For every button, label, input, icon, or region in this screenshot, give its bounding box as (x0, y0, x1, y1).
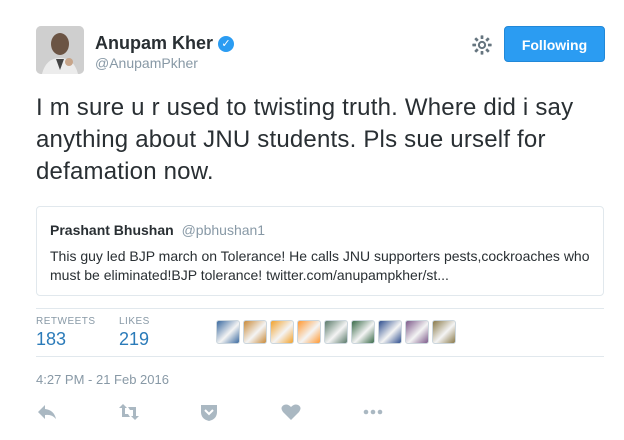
tweet-text: I m sure u r used to twisting truth. Whe… (36, 94, 574, 185)
verified-badge-icon: ✓ (218, 35, 235, 52)
liker-avatars (216, 320, 456, 344)
retweet-icon[interactable] (118, 402, 140, 422)
retweets-label: RETWEETS (36, 316, 96, 327)
liker-avatar[interactable] (216, 320, 240, 344)
gear-icon[interactable] (471, 34, 493, 56)
save-icon[interactable] (198, 402, 220, 422)
stats-divider-bottom (36, 356, 604, 357)
user-display-name[interactable]: Anupam Kher (95, 33, 213, 54)
quoted-user-name: Prashant Bhushan (50, 222, 174, 238)
following-button[interactable]: Following (504, 26, 605, 62)
liker-avatar[interactable] (432, 320, 456, 344)
liker-avatar[interactable] (351, 320, 375, 344)
liker-avatar[interactable] (378, 320, 402, 344)
user-handle[interactable]: @AnupamPkher (95, 55, 198, 71)
liker-avatar[interactable] (270, 320, 294, 344)
liker-avatar[interactable] (405, 320, 429, 344)
quoted-tweet-text: This guy led BJP march on Tolerance! He … (50, 248, 590, 283)
liker-avatar[interactable] (324, 320, 348, 344)
quoted-tweet[interactable]: Prashant Bhushan @pbhushan1 This guy led… (36, 206, 604, 296)
tweet-timestamp[interactable]: 4:27 PM - 21 Feb 2016 (36, 372, 169, 387)
profile-avatar[interactable] (36, 26, 84, 74)
quoted-user-handle: @pbhushan1 (181, 222, 266, 238)
reply-icon[interactable] (36, 402, 58, 422)
likes-label: LIKES (119, 316, 150, 327)
more-icon[interactable] (362, 402, 384, 422)
liker-avatar[interactable] (297, 320, 321, 344)
quoted-tweet-header: Prashant Bhushan @pbhushan1 (50, 222, 265, 238)
stats-divider-top (36, 308, 604, 309)
liker-avatar[interactable] (243, 320, 267, 344)
like-icon[interactable] (280, 402, 302, 422)
likes-count: 219 (119, 329, 150, 349)
likes-stat[interactable]: LIKES 219 (119, 316, 150, 350)
retweets-stat[interactable]: RETWEETS 183 (36, 316, 96, 350)
retweets-count: 183 (36, 329, 67, 349)
